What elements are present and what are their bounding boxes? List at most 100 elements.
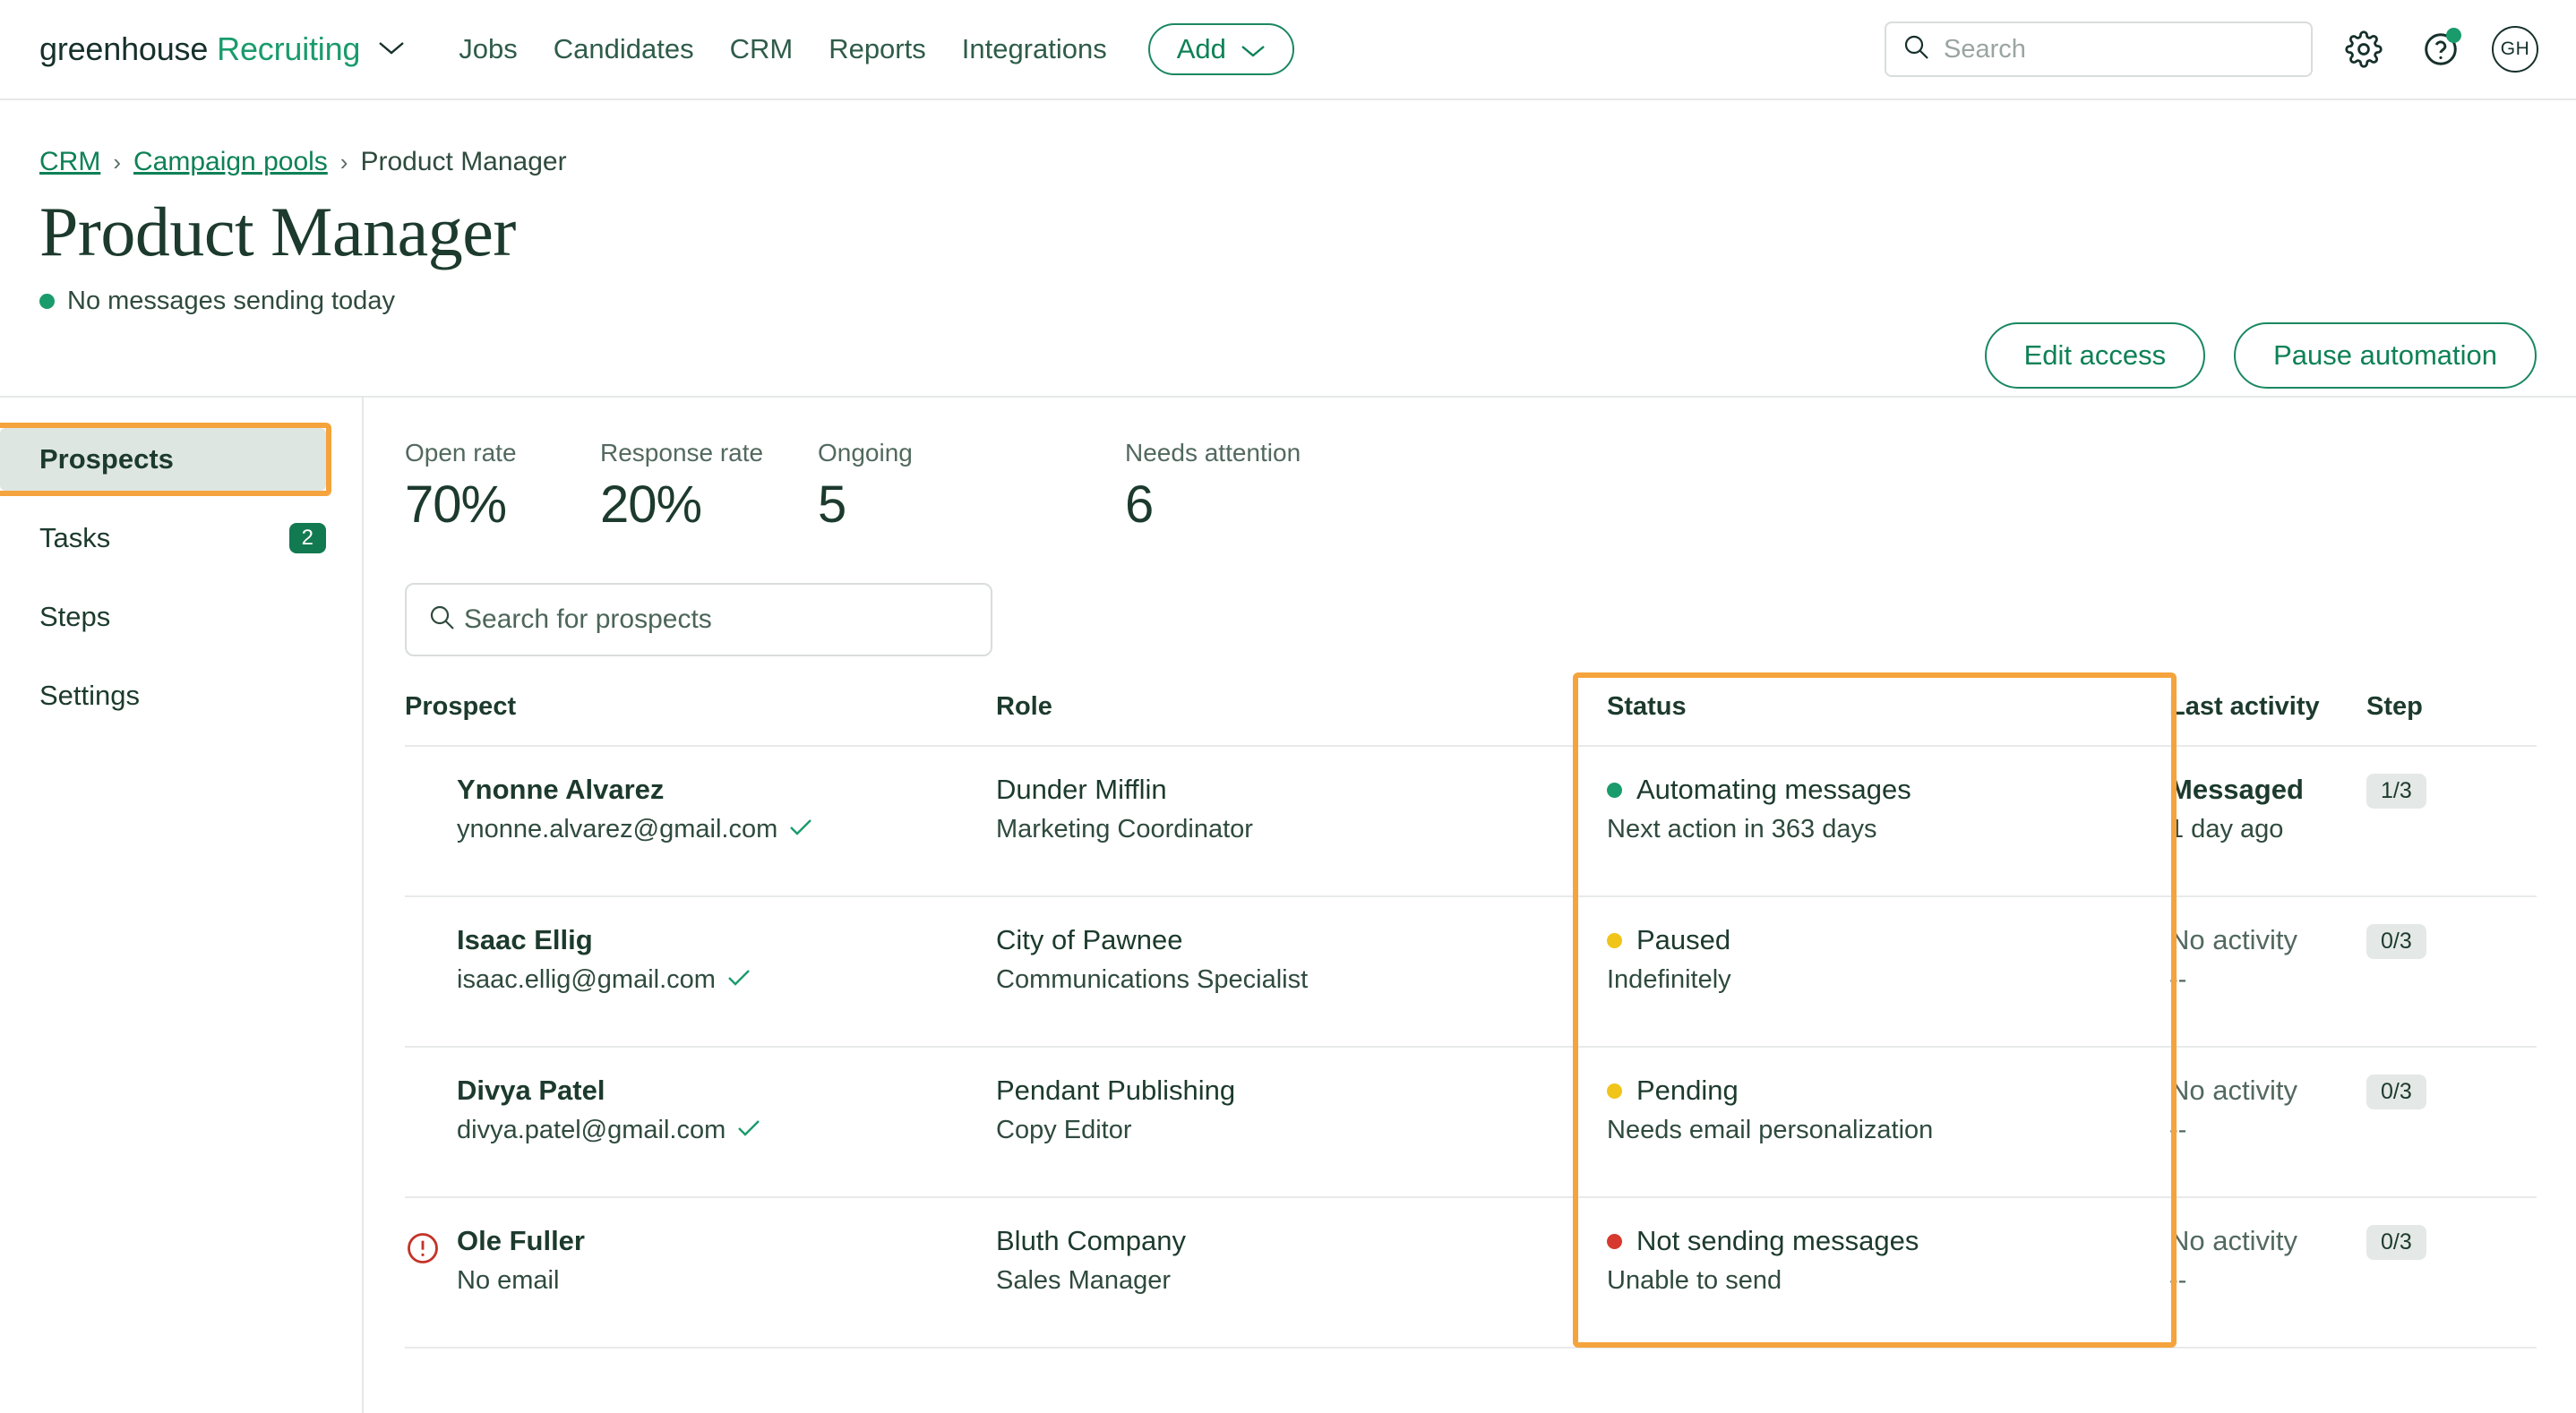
table-row[interactable]: Ynonne Alvarez ynonne.alvarez@gmail.com Du…: [405, 746, 2537, 897]
activity-detail: 1 day ago: [2169, 815, 2284, 844]
breadcrumb: CRM › Campaign pools › Product Manager: [39, 147, 2537, 177]
nav-link-integrations[interactable]: Integrations: [962, 33, 1107, 65]
role-title: Sales Manager: [996, 1266, 1172, 1295]
status-dot-icon: [1607, 1083, 1622, 1099]
stat-value: 5: [818, 475, 846, 534]
prospect-search[interactable]: [405, 583, 992, 656]
search-icon: [428, 604, 457, 637]
campaign-status-line: No messages sending today: [39, 287, 2537, 316]
status-label: Not sending messages: [1607, 1225, 2169, 1257]
stat-ongoing: Ongoing 5: [818, 439, 1125, 535]
help-button[interactable]: [2415, 23, 2467, 75]
cell-role: Pendant Publishing Copy Editor: [996, 1047, 1587, 1198]
edit-access-button[interactable]: Edit access: [1984, 322, 2206, 389]
cell-step: 0/3: [2366, 1047, 2537, 1198]
campaign-status-text: No messages sending today: [67, 286, 395, 315]
activity-label: No activity: [2169, 1075, 2297, 1106]
global-search[interactable]: [1885, 21, 2313, 77]
warning-slot: [405, 924, 442, 929]
cell-prospect[interactable]: Isaac Ellig isaac.ellig@gmail.com: [405, 896, 996, 1048]
role-title: Copy Editor: [996, 1116, 1132, 1144]
sidebar-item-steps[interactable]: Steps: [0, 586, 326, 648]
sidebar-item-settings[interactable]: Settings: [0, 664, 326, 727]
table-row[interactable]: Divya Patel divya.patel@gmail.com Pendant …: [405, 1047, 2537, 1198]
role-title: Marketing Coordinator: [996, 815, 1253, 844]
stat-needs-attention: Needs attention 6: [1125, 439, 1301, 535]
company-name: Bluth Company: [996, 1225, 1186, 1256]
sidebar-item-label: Prospects: [39, 443, 174, 475]
prospect-email: No email: [457, 1266, 560, 1295]
cell-prospect[interactable]: Ole Fuller No email: [405, 1197, 996, 1349]
sidebar-item-label: Tasks: [39, 522, 111, 553]
avatar[interactable]: GH: [2492, 26, 2538, 73]
main-content: Open rate 70% Response rate 20% Ongoing …: [364, 398, 2576, 1413]
cell-role: Dunder Mifflin Marketing Coordinator: [996, 746, 1587, 897]
cell-step: 1/3: [2366, 746, 2537, 897]
activity-detail: --: [2169, 965, 2187, 994]
help-notification-dot: [2446, 28, 2461, 43]
cell-prospect[interactable]: Divya Patel divya.patel@gmail.com: [405, 1047, 996, 1198]
add-button[interactable]: Add: [1147, 23, 1294, 75]
stat-value: 70%: [405, 475, 507, 534]
table-header-row: Prospect Role Status Last activity Step: [405, 692, 2537, 747]
brand-logo[interactable]: greenhouse Recruiting: [39, 30, 405, 68]
column-header-last-activity[interactable]: Last activity: [2169, 692, 2366, 747]
sidebar-tasks-badge: 2: [288, 523, 326, 553]
company-name: Pendant Publishing: [996, 1075, 1236, 1106]
status-dot-icon: [1607, 932, 1622, 948]
settings-gear-button[interactable]: [2338, 23, 2390, 75]
sidebar-item-tasks[interactable]: Tasks 2: [0, 507, 326, 569]
top-navigation-bar: greenhouse Recruiting Jobs Candidates CR…: [0, 0, 2576, 100]
company-name: Dunder Mifflin: [996, 774, 1167, 805]
verified-check-icon: [788, 815, 813, 844]
breadcrumb-campaign-pools[interactable]: Campaign pools: [133, 147, 328, 177]
table-row[interactable]: Ole Fuller No email Bluth Company Sales Man…: [405, 1197, 2537, 1349]
stat-label: Ongoing: [818, 439, 913, 467]
search-icon: [1902, 33, 1931, 66]
prospect-name: Isaac Ellig: [457, 924, 593, 955]
stat-open-rate: Open rate 70%: [405, 439, 600, 535]
status-detail: Next action in 363 days: [1607, 815, 1877, 844]
activity-label: Messaged: [2169, 774, 2304, 805]
sidebar-item-prospects[interactable]: Prospects: [0, 428, 326, 491]
cell-prospect[interactable]: Ynonne Alvarez ynonne.alvarez@gmail.com: [405, 746, 996, 897]
warning-slot: [405, 774, 442, 779]
stat-label: Needs attention: [1125, 439, 1301, 467]
avatar-initials: GH: [2500, 39, 2530, 59]
nav-link-candidates[interactable]: Candidates: [554, 33, 694, 65]
prospect-name: Ynonne Alvarez: [457, 774, 665, 805]
prospect-name: Ole Fuller: [457, 1225, 585, 1256]
stat-label: Open rate: [405, 439, 517, 467]
column-header-status[interactable]: Status: [1587, 692, 2169, 747]
step-badge: 0/3: [2366, 1075, 2426, 1109]
nav-link-crm[interactable]: CRM: [730, 33, 794, 65]
stat-label: Response rate: [600, 439, 764, 467]
prospect-search-input[interactable]: [464, 604, 969, 635]
activity-detail: --: [2169, 1116, 2187, 1144]
stat-response-rate: Response rate 20%: [600, 439, 818, 535]
nav-right-cluster: GH: [1885, 21, 2538, 77]
prospect-name: Divya Patel: [457, 1075, 605, 1106]
table-body: Ynonne Alvarez ynonne.alvarez@gmail.com Du…: [405, 746, 2537, 1349]
nav-link-reports[interactable]: Reports: [829, 33, 926, 65]
status-detail: Needs email personalization: [1607, 1116, 1934, 1144]
breadcrumb-crm[interactable]: CRM: [39, 147, 100, 177]
status-dot-icon: [39, 293, 55, 309]
brand-primary-text: greenhouse: [39, 30, 209, 67]
primary-nav-links: Jobs Candidates CRM Reports Integrations: [459, 33, 1106, 65]
cell-role: Bluth Company Sales Manager: [996, 1197, 1587, 1349]
global-search-input[interactable]: [1944, 34, 2295, 64]
brand-chevron-down-icon[interactable]: [378, 40, 405, 56]
page-header-actions: Edit access Pause automation: [1984, 322, 2537, 389]
table-row[interactable]: Isaac Ellig isaac.ellig@gmail.com City of …: [405, 896, 2537, 1048]
nav-link-jobs[interactable]: Jobs: [459, 33, 517, 65]
column-header-prospect[interactable]: Prospect: [405, 692, 996, 747]
column-header-role[interactable]: Role: [996, 692, 1587, 747]
sidebar-item-label: Settings: [39, 680, 141, 711]
column-header-step[interactable]: Step: [2366, 692, 2537, 747]
prospects-table: Prospect Role Status Last activity Step …: [405, 692, 2537, 1349]
page-header: CRM › Campaign pools › Product Manager P…: [0, 100, 2576, 398]
status-detail: Indefinitely: [1607, 965, 1731, 994]
pause-automation-button[interactable]: Pause automation: [2234, 322, 2537, 389]
page-title: Product Manager: [39, 193, 516, 270]
